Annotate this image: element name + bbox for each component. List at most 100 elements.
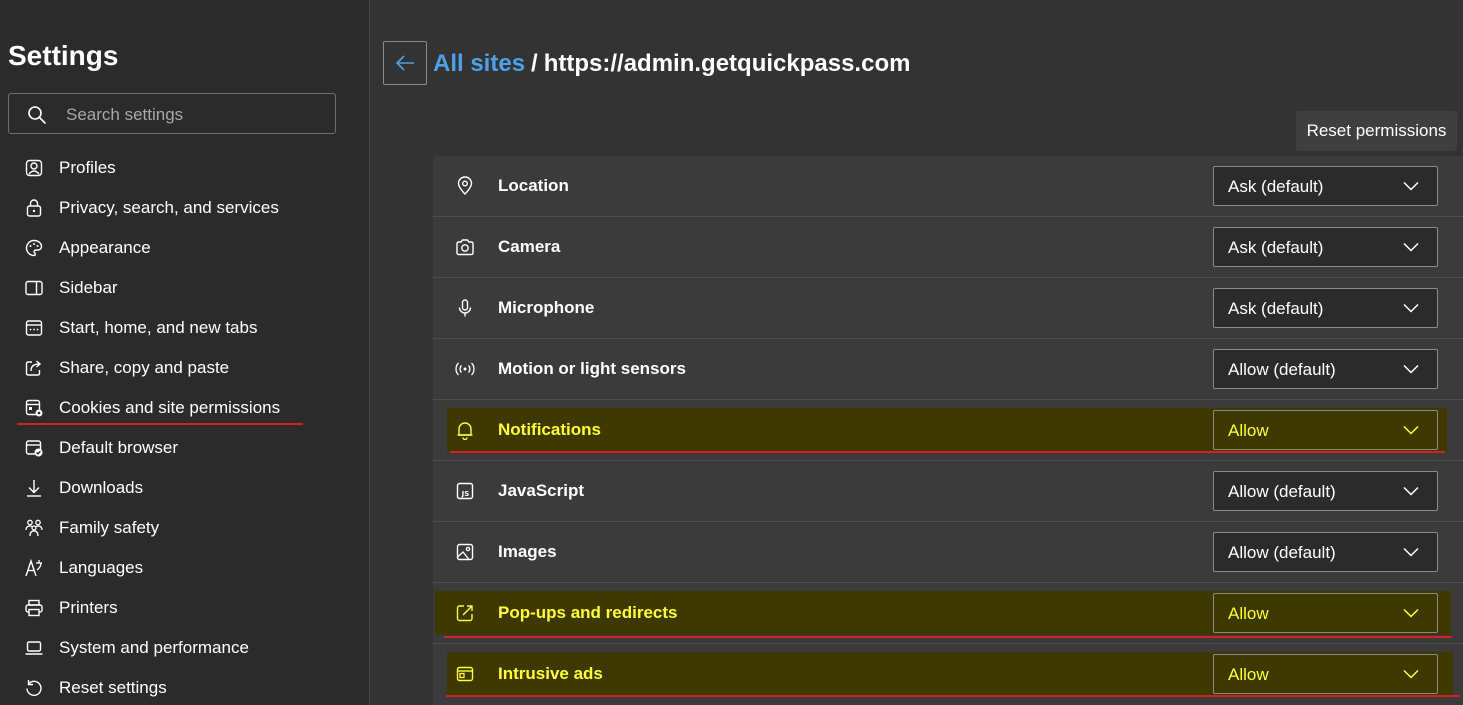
permission-label: Motion or light sensors (498, 359, 686, 378)
motion-sensors-select[interactable]: Allow (default) (1213, 349, 1438, 389)
images-select[interactable]: Allow (default) (1213, 532, 1438, 572)
family-icon (25, 519, 43, 537)
sidebar-item-reset-settings[interactable]: Reset settings (0, 668, 369, 705)
sidebar-item-label: Start, home, and new tabs (59, 318, 258, 337)
annotation-underline (17, 423, 303, 425)
back-button[interactable] (383, 41, 427, 85)
sidebar-item-label: Printers (59, 598, 118, 617)
chevron-down-icon (1403, 547, 1419, 557)
select-value: Ask (default) (1228, 238, 1324, 257)
permission-label: Notifications (498, 420, 601, 439)
select-value: Ask (default) (1228, 299, 1324, 318)
default-browser-icon (25, 440, 43, 457)
sidebar-item-sidebar[interactable]: Sidebar (0, 268, 369, 308)
settings-window: Settings Profiles (0, 0, 1463, 705)
sidebar-item-label: System and performance (59, 638, 249, 657)
search-input[interactable] (64, 94, 328, 135)
sidebar-item-label: Cookies and site permissions (59, 398, 281, 417)
permission-row-images: Images Allow (default) (433, 522, 1463, 583)
laptop-icon (25, 641, 43, 655)
sidebar-item-appearance[interactable]: Appearance (0, 228, 369, 268)
sidebar-item-cookies-permissions[interactable]: Cookies and site permissions (0, 388, 369, 428)
breadcrumb-separator: / (531, 50, 538, 77)
chevron-down-icon (1403, 486, 1419, 496)
sidebar-item-share[interactable]: Share, copy and paste (0, 348, 369, 388)
home-tabs-icon (25, 320, 43, 336)
permission-label: Images (498, 542, 557, 561)
arrow-left-icon (395, 55, 414, 71)
annotation-underline (450, 451, 1445, 453)
annotation-underline (446, 695, 1460, 697)
sensor-icon (455, 362, 475, 376)
image-icon (456, 543, 474, 561)
permission-row-motion-sensors: Motion or light sensors Allow (default) (433, 339, 1463, 400)
svg-text:JS: JS (461, 490, 470, 498)
notifications-select[interactable]: Allow (1213, 410, 1438, 450)
select-value: Allow (default) (1228, 482, 1336, 501)
sidebar-item-label: Sidebar (59, 278, 118, 297)
intrusive-ads-select[interactable]: Allow (1213, 654, 1438, 694)
permission-row-notifications: Notifications Allow (433, 400, 1463, 461)
permission-row-javascript: JS JavaScript Allow (default) (433, 461, 1463, 522)
popup-icon (456, 605, 473, 622)
popups-select[interactable]: Allow (1213, 593, 1438, 633)
sidebar: Settings Profiles (0, 0, 370, 705)
location-select[interactable]: Ask (default) (1213, 166, 1438, 206)
permission-label: Location (498, 176, 569, 195)
permission-row-popups: Pop-ups and redirects Allow (433, 583, 1463, 644)
reset-permissions-button[interactable]: Reset permissions (1296, 111, 1457, 151)
sidebar-item-downloads[interactable]: Downloads (0, 468, 369, 508)
chevron-down-icon (1403, 425, 1419, 435)
chevron-down-icon (1403, 608, 1419, 618)
chevron-down-icon (1403, 181, 1419, 191)
settings-title: Settings (8, 40, 119, 71)
javascript-select[interactable]: Allow (default) (1213, 471, 1438, 511)
all-sites-link[interactable]: All sites (433, 50, 525, 77)
sidebar-item-label: Downloads (59, 478, 144, 497)
chevron-down-icon (1403, 364, 1419, 374)
share-icon (25, 360, 42, 376)
sidebar-item-label: Languages (59, 558, 144, 577)
annotation-underline (444, 636, 1452, 638)
breadcrumb: All sites / https://admin.getquickpass.com (433, 50, 910, 78)
sidebar-item-label: Profiles (59, 158, 116, 177)
bell-icon (457, 422, 473, 440)
sidebar-item-label: Family safety (59, 518, 160, 537)
javascript-icon: JS (456, 482, 474, 500)
permissions-list: Location Ask (default) Camera Ask (defau… (433, 156, 1463, 705)
lock-icon (26, 199, 42, 217)
select-value: Allow (default) (1228, 543, 1336, 562)
sidebar-item-label: Privacy, search, and services (59, 198, 279, 217)
location-pin-icon (457, 176, 473, 195)
permission-label: Microphone (498, 298, 595, 317)
sidebar-nav: Profiles Privacy, search, and services A… (0, 148, 369, 705)
sidebar-item-profiles[interactable]: Profiles (0, 148, 369, 188)
ads-icon (456, 666, 474, 682)
sidebar-item-label: Share, copy and paste (59, 358, 230, 377)
search-box[interactable] (8, 93, 336, 135)
sidebar-item-label: Default browser (59, 438, 179, 457)
microphone-icon (458, 299, 472, 317)
chevron-down-icon (1403, 242, 1419, 252)
sidebar-item-languages[interactable]: Languages (0, 548, 369, 588)
select-value: Allow (1228, 604, 1269, 623)
select-value: Allow (1228, 421, 1269, 440)
sidebar-item-family-safety[interactable]: Family safety (0, 508, 369, 548)
sidebar-item-default-browser[interactable]: Default browser (0, 428, 369, 468)
permission-label: Intrusive ads (498, 664, 603, 683)
permission-label: Pop-ups and redirects (498, 603, 678, 622)
sidebar-item-privacy[interactable]: Privacy, search, and services (0, 188, 369, 228)
cookies-permissions-icon (25, 399, 43, 417)
camera-select[interactable]: Ask (default) (1213, 227, 1438, 267)
sidebar-item-start-home[interactable]: Start, home, and new tabs (0, 308, 369, 348)
microphone-select[interactable]: Ask (default) (1213, 288, 1438, 328)
profile-icon (25, 159, 43, 177)
sidebar-item-printers[interactable]: Printers (0, 588, 369, 628)
sidebar-item-label: Appearance (59, 238, 151, 257)
permission-row-location: Location Ask (default) (433, 156, 1463, 217)
camera-icon (456, 239, 474, 256)
reset-icon (26, 680, 42, 697)
language-icon (25, 558, 42, 577)
permission-label: JavaScript (498, 481, 584, 500)
sidebar-item-system-performance[interactable]: System and performance (0, 628, 369, 668)
